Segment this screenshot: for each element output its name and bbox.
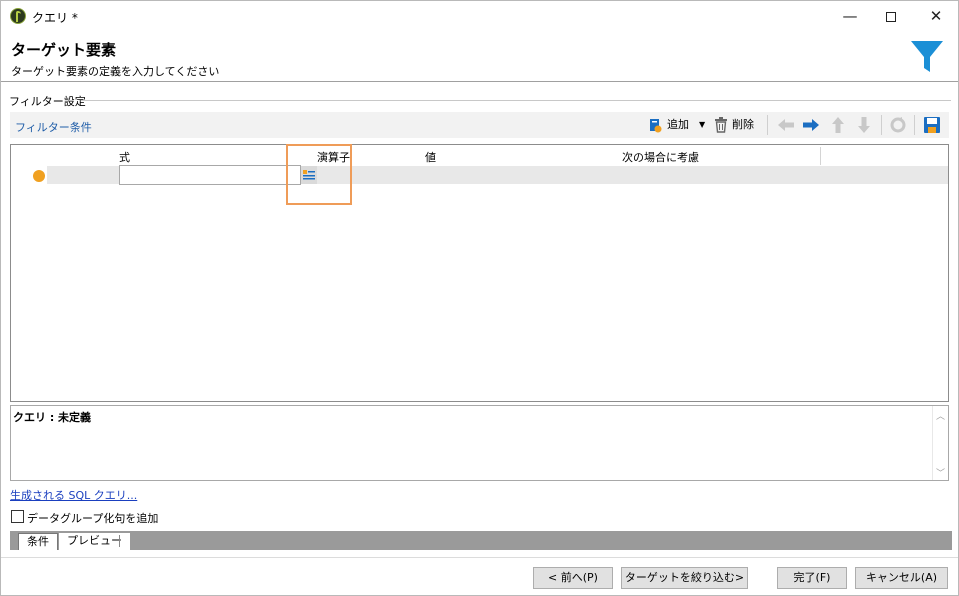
funnel-icon (911, 41, 943, 72)
toolbar-separator (914, 115, 915, 135)
close-button[interactable]: ✕ (913, 1, 959, 31)
column-header-consider-if[interactable]: 次の場合に考慮 (622, 149, 699, 165)
header-divider (1, 81, 958, 82)
app-logo-icon (10, 8, 26, 24)
section-divider (81, 100, 951, 101)
conditions-grid: 式 演算子 値 次の場合に考慮 (10, 144, 949, 402)
query-summary: クエリ : 未定義 ︿ ﹀ (10, 405, 949, 481)
tab-separator (119, 535, 120, 547)
trash-icon[interactable] (714, 117, 728, 133)
title-bar: クエリ * — ✕ (1, 1, 958, 31)
scroll-up-icon[interactable]: ︿ (936, 409, 945, 422)
query-scrollbar[interactable]: ︿ ﹀ (932, 406, 948, 480)
page-subtitle: ターゲット要素の定義を入力してください (11, 65, 220, 78)
maximize-icon (886, 11, 896, 22)
finish-button[interactable]: 完了(F) (777, 567, 847, 589)
tab-strip: 条件 プレビュー (10, 531, 952, 550)
save-icon[interactable] (924, 117, 940, 133)
column-divider (820, 147, 821, 165)
page-title: ターゲット要素 (11, 41, 117, 59)
group-by-checkbox[interactable] (11, 510, 24, 523)
add-condition-icon[interactable] (647, 117, 663, 133)
expression-input[interactable] (119, 165, 301, 185)
maximize-button[interactable] (868, 1, 914, 31)
add-dropdown-arrow-icon[interactable]: ▼ (699, 116, 705, 134)
cancel-button[interactable]: キャンセル(A) (855, 567, 948, 589)
arrow-up-icon[interactable] (831, 116, 845, 134)
filter-toolbar: フィルター条件 追加 ▼ 削除 (10, 112, 949, 138)
query-status-text: クエリ : 未定義 (13, 411, 92, 424)
arrow-left-icon[interactable] (777, 118, 795, 132)
delete-button[interactable]: 削除 (732, 116, 754, 134)
column-header-value[interactable]: 値 (425, 149, 436, 165)
previous-button[interactable]: < 前へ(P) (533, 567, 613, 589)
toolbar-separator (767, 115, 768, 135)
operator-cell-highlight (286, 144, 352, 205)
minimize-button[interactable]: — (827, 1, 873, 31)
footer-divider (1, 557, 958, 558)
filter-conditions-title: フィルター条件 (15, 121, 92, 134)
arrow-right-icon[interactable] (802, 118, 820, 132)
add-button[interactable]: 追加 (667, 116, 689, 134)
generated-sql-link[interactable]: 生成される SQL クエリ... (10, 487, 137, 503)
filter-settings-label: フィルター設定 (9, 93, 89, 109)
arrow-down-icon[interactable] (857, 116, 871, 134)
toolbar-separator (881, 115, 882, 135)
refresh-icon[interactable] (890, 117, 906, 133)
row-status-bullet-icon (33, 170, 45, 182)
scroll-down-icon[interactable]: ﹀ (936, 466, 945, 479)
window-title: クエリ * (32, 11, 78, 25)
query-window: クエリ * — ✕ ターゲット要素 ターゲット要素の定義を入力してください フィ… (0, 0, 959, 596)
group-by-checkbox-label[interactable]: データグループ化句を追加 (27, 510, 158, 526)
column-header-expression[interactable]: 式 (119, 149, 130, 165)
tab-conditions[interactable]: 条件 (18, 533, 58, 550)
narrow-target-button[interactable]: ターゲットを絞り込む> (621, 567, 748, 589)
